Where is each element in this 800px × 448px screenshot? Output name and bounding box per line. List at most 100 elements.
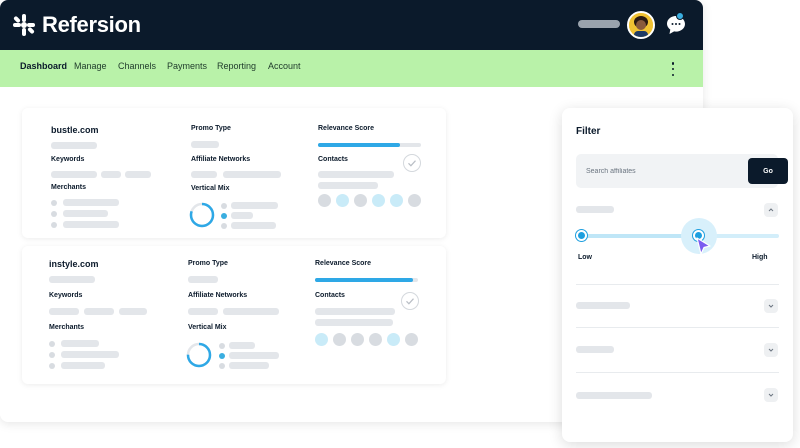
list-dot: [51, 211, 57, 217]
contact-avatar[interactable]: [315, 333, 328, 346]
list-dot: [49, 341, 55, 347]
relevance-score-label: Relevance Score: [318, 125, 375, 132]
search-input[interactable]: [586, 163, 726, 179]
contact-avatar[interactable]: [408, 194, 421, 207]
placeholder: [51, 142, 97, 149]
chevron-down-icon: [768, 348, 774, 352]
placeholder: [61, 340, 99, 347]
placeholder: [229, 362, 269, 369]
placeholder: [119, 308, 147, 315]
list-dot-active: [221, 213, 227, 219]
slider-low-label: Low: [578, 254, 592, 261]
affiliate-networks-label: Affiliate Networks: [188, 292, 248, 299]
contact-avatar[interactable]: [372, 194, 385, 207]
list-dot: [51, 222, 57, 228]
contact-avatar[interactable]: [387, 333, 400, 346]
placeholder: [318, 182, 378, 189]
placeholder: [84, 308, 114, 315]
slider-high-label: High: [752, 254, 768, 261]
placeholder: [315, 319, 393, 326]
placeholder: [101, 171, 121, 178]
brand-logo[interactable]: Refersion: [12, 10, 141, 40]
filter-panel: Filter Go Low High: [562, 108, 793, 442]
vertical-mix-donut: [189, 202, 215, 228]
contact-avatar[interactable]: [351, 333, 364, 346]
keywords-label: Keywords: [49, 292, 83, 299]
divider: [576, 327, 779, 328]
placeholder: [49, 308, 79, 315]
go-button[interactable]: Go: [748, 158, 788, 184]
affiliate-networks-label: Affiliate Networks: [191, 156, 251, 163]
contact-avatar[interactable]: [336, 194, 349, 207]
nav-payments[interactable]: Payments: [167, 61, 207, 71]
section-title-placeholder: [576, 392, 652, 399]
placeholder: [223, 308, 279, 315]
notification-dot: [676, 12, 684, 20]
placeholder: [231, 222, 276, 229]
list-dot: [219, 343, 225, 349]
check-icon: [406, 298, 414, 305]
relevance-score-bar: [315, 278, 413, 282]
nav-manage[interactable]: Manage: [74, 61, 107, 71]
logo-asterisk-icon: [13, 14, 35, 36]
placeholder: [191, 171, 217, 178]
contact-avatar[interactable]: [318, 194, 331, 207]
cursor-pointer-icon: [696, 237, 711, 255]
affiliate-site-name[interactable]: instyle.com: [49, 259, 99, 269]
placeholder: [231, 202, 278, 209]
placeholder: [231, 212, 253, 219]
brand-name: Refersion: [42, 12, 141, 37]
select-checkbox[interactable]: [403, 154, 421, 172]
affiliate-card[interactable]: instyle.com Keywords Merchants Promo Typ…: [22, 246, 446, 384]
nav-dashboard[interactable]: Dashboard: [20, 61, 67, 71]
relevance-score-label: Relevance Score: [315, 260, 372, 267]
placeholder: [61, 351, 119, 358]
placeholder: [49, 276, 95, 283]
list-dot: [49, 363, 55, 369]
contact-avatar[interactable]: [405, 333, 418, 346]
section-title-placeholder: [576, 302, 630, 309]
section-title-placeholder: [576, 346, 614, 353]
user-name-placeholder: [578, 20, 620, 28]
placeholder: [63, 210, 108, 217]
promo-type-label: Promo Type: [191, 125, 231, 132]
list-dot: [221, 203, 227, 209]
expand-button[interactable]: [764, 343, 778, 357]
contact-avatar[interactable]: [354, 194, 367, 207]
chevron-down-icon: [768, 304, 774, 308]
vertical-mix-label: Vertical Mix: [191, 185, 230, 192]
relevance-score-bar: [318, 143, 401, 147]
nav-account[interactable]: Account: [268, 61, 301, 71]
affiliate-site-name[interactable]: bustle.com: [51, 125, 99, 135]
kebab-menu-icon[interactable]: [670, 62, 676, 76]
vertical-mix-label: Vertical Mix: [188, 324, 227, 331]
keywords-label: Keywords: [51, 156, 85, 163]
placeholder: [51, 171, 97, 178]
avatar-portrait-icon: [629, 13, 653, 37]
collapse-button[interactable]: [764, 203, 778, 217]
expand-button[interactable]: [764, 299, 778, 313]
nav-reporting[interactable]: Reporting: [217, 61, 256, 71]
placeholder: [61, 362, 105, 369]
chevron-up-icon: [768, 208, 774, 212]
select-checkbox[interactable]: [401, 292, 419, 310]
top-bar: Refersion: [0, 0, 703, 50]
divider: [576, 372, 779, 373]
nav-channels[interactable]: Channels: [118, 61, 156, 71]
placeholder: [188, 308, 218, 315]
contact-avatar[interactable]: [333, 333, 346, 346]
check-icon: [408, 160, 416, 167]
merchants-label: Merchants: [51, 184, 87, 191]
filter-title: Filter: [576, 126, 601, 137]
contact-avatar[interactable]: [390, 194, 403, 207]
placeholder: [63, 221, 119, 228]
placeholder: [318, 171, 394, 178]
chevron-down-icon: [768, 393, 774, 397]
contact-avatar[interactable]: [369, 333, 382, 346]
expand-button[interactable]: [764, 388, 778, 402]
avatar[interactable]: [627, 11, 655, 39]
affiliate-card[interactable]: bustle.com Keywords Merchants Promo Type…: [22, 108, 446, 238]
placeholder: [315, 308, 395, 315]
contacts-label: Contacts: [318, 156, 348, 163]
slider-low-thumb[interactable]: [576, 230, 587, 241]
